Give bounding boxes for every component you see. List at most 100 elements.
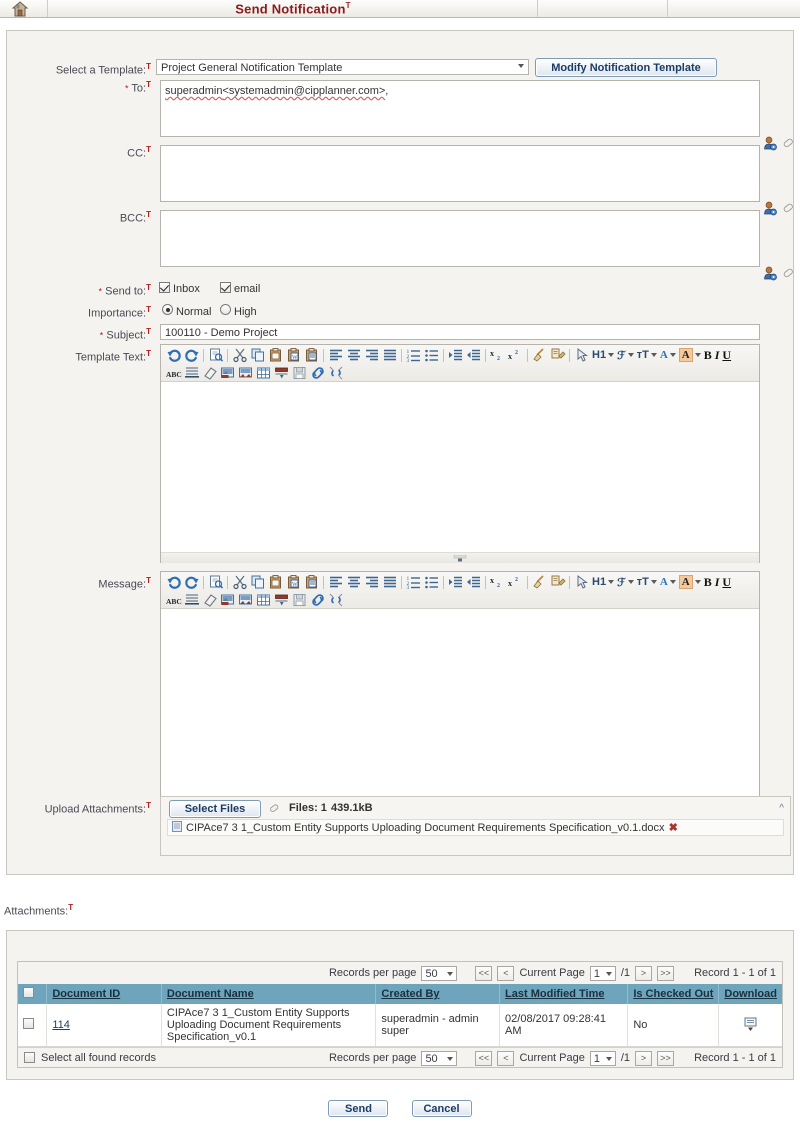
to-field[interactable]: superadmin<systemadmin@cipplanner.com>, — [160, 80, 760, 137]
spellcheck-icon[interactable]: ABC — [165, 592, 182, 608]
paste-icon[interactable] — [267, 347, 284, 363]
header-is-checked-out[interactable]: Is Checked Out — [627, 984, 720, 1004]
eraser-icon[interactable] — [201, 592, 218, 608]
prev-page-button[interactable]: < — [497, 1050, 515, 1066]
to-select-user-icon[interactable] — [763, 136, 778, 154]
align-left-icon[interactable] — [327, 574, 344, 590]
align-center-icon[interactable] — [345, 347, 362, 363]
insert-media-icon[interactable] — [237, 592, 254, 608]
redo-icon[interactable] — [183, 347, 200, 363]
heading-dropdown[interactable]: H1 — [591, 574, 615, 590]
current-page-select[interactable]: 1 — [589, 965, 616, 981]
save-icon[interactable] — [291, 365, 308, 381]
send-button[interactable]: Send — [328, 1100, 389, 1117]
modify-notification-template-button[interactable]: Modify Notification Template — [535, 58, 717, 77]
paste-word-icon[interactable]: W — [285, 574, 302, 590]
align-center-icon[interactable] — [345, 574, 362, 590]
template-text-resize-handle[interactable] — [161, 552, 759, 563]
insert-table-icon[interactable] — [255, 592, 272, 608]
table-row[interactable]: 114 CIPAce7 3 1_Custom Entity Supports U… — [18, 1004, 782, 1047]
cc-clear-icon[interactable] — [782, 201, 796, 218]
header-last-modified-time[interactable]: Last Modified Time — [499, 984, 629, 1004]
align-left-icon[interactable] — [327, 347, 344, 363]
paste-word-icon[interactable]: W — [285, 347, 302, 363]
first-page-button[interactable]: << — [475, 1050, 493, 1066]
copy-icon[interactable] — [249, 347, 266, 363]
outdent-icon[interactable] — [465, 347, 482, 363]
redo-icon[interactable] — [183, 574, 200, 590]
insert-image-icon[interactable] — [219, 365, 236, 381]
cc-field[interactable] — [160, 145, 760, 202]
message-body[interactable] — [161, 609, 759, 805]
clear-format-icon[interactable] — [531, 574, 548, 590]
header-created-by[interactable]: Created By — [375, 984, 501, 1004]
font-color-dropdown[interactable]: A — [659, 347, 677, 363]
undo-icon[interactable] — [165, 574, 182, 590]
template-select[interactable]: Project General Notification Template — [156, 59, 529, 75]
header-download[interactable]: Download — [718, 984, 782, 1004]
cell-document-id[interactable]: 114 — [46, 1004, 162, 1047]
font-dropdown[interactable]: ℱ — [616, 574, 635, 590]
unlink-icon[interactable] — [327, 365, 344, 381]
template-text-body[interactable] — [161, 382, 759, 552]
paste-text-icon[interactable] — [303, 574, 320, 590]
indent-icon[interactable] — [447, 574, 464, 590]
download-icon[interactable] — [744, 1017, 757, 1034]
preview-icon[interactable] — [207, 574, 224, 590]
message-editor[interactable]: W 1 2 3 x 2 x 2 H1 ℱᴛT A A B I U ABC — [160, 571, 760, 816]
spellcheck-icon[interactable]: ABC — [165, 365, 182, 381]
italic-button[interactable]: I — [714, 574, 721, 590]
paste-icon[interactable] — [267, 574, 284, 590]
horizontal-rule-icon[interactable] — [273, 365, 290, 381]
remove-file-icon[interactable]: ✖ — [669, 821, 678, 834]
subscript-icon[interactable]: x2 — [489, 347, 506, 363]
superscript-icon[interactable]: x2 — [507, 574, 524, 590]
indent-icon[interactable] — [447, 347, 464, 363]
ordered-list-icon[interactable]: 123 — [405, 347, 422, 363]
eraser-icon[interactable] — [201, 365, 218, 381]
insert-image-icon[interactable] — [219, 592, 236, 608]
format-painter-icon[interactable] — [549, 574, 566, 590]
records-per-page-select[interactable]: 50 — [421, 1050, 458, 1066]
align-justify-icon[interactable] — [381, 574, 398, 590]
select-files-button[interactable]: Select Files — [169, 800, 261, 818]
importance-normal-radio[interactable] — [162, 304, 173, 315]
records-per-page-select[interactable]: 50 — [421, 965, 458, 981]
bcc-field[interactable] — [160, 210, 760, 267]
paste-text-icon[interactable] — [303, 347, 320, 363]
insert-table-icon[interactable] — [255, 365, 272, 381]
bcc-select-user-icon[interactable] — [763, 266, 778, 284]
subscript-icon[interactable]: x2 — [489, 574, 506, 590]
row-select-cell[interactable] — [18, 1004, 48, 1047]
cell-download[interactable] — [718, 1004, 782, 1047]
next-page-button[interactable]: > — [635, 965, 653, 981]
template-text-editor[interactable]: W 1 2 3 x 2 x 2 H1 ℱᴛT A A B I U ABC — [160, 344, 760, 563]
font-size-dropdown[interactable]: ᴛT — [636, 347, 658, 363]
prev-page-button[interactable]: < — [497, 965, 515, 981]
outdent-icon[interactable] — [465, 574, 482, 590]
select-icon[interactable] — [573, 347, 590, 363]
next-page-button[interactable]: > — [635, 1050, 653, 1066]
send-to-email-checkbox[interactable] — [220, 282, 231, 293]
bold-button[interactable]: B — [703, 347, 713, 363]
bcc-clear-icon[interactable] — [782, 266, 796, 283]
row-checkbox[interactable] — [23, 1018, 34, 1029]
to-clear-icon[interactable] — [782, 136, 796, 153]
strikethrough-icon[interactable] — [183, 592, 200, 608]
chevron-up-icon[interactable]: ^ — [779, 803, 784, 814]
insert-media-icon[interactable] — [237, 365, 254, 381]
font-color-dropdown[interactable]: A — [659, 574, 677, 590]
cc-select-user-icon[interactable] — [763, 201, 778, 219]
align-justify-icon[interactable] — [381, 347, 398, 363]
save-icon[interactable] — [291, 592, 308, 608]
home-icon[interactable] — [11, 1, 29, 17]
ordered-list-icon[interactable]: 123 — [405, 574, 422, 590]
subject-input[interactable]: 100110 - Demo Project — [160, 324, 760, 340]
cut-icon[interactable] — [231, 574, 248, 590]
header-select-all[interactable] — [18, 984, 48, 1004]
unordered-list-icon[interactable] — [423, 347, 440, 363]
underline-button[interactable]: U — [721, 347, 732, 363]
underline-button[interactable]: U — [721, 574, 732, 590]
horizontal-rule-icon[interactable] — [273, 592, 290, 608]
superscript-icon[interactable]: x2 — [507, 347, 524, 363]
